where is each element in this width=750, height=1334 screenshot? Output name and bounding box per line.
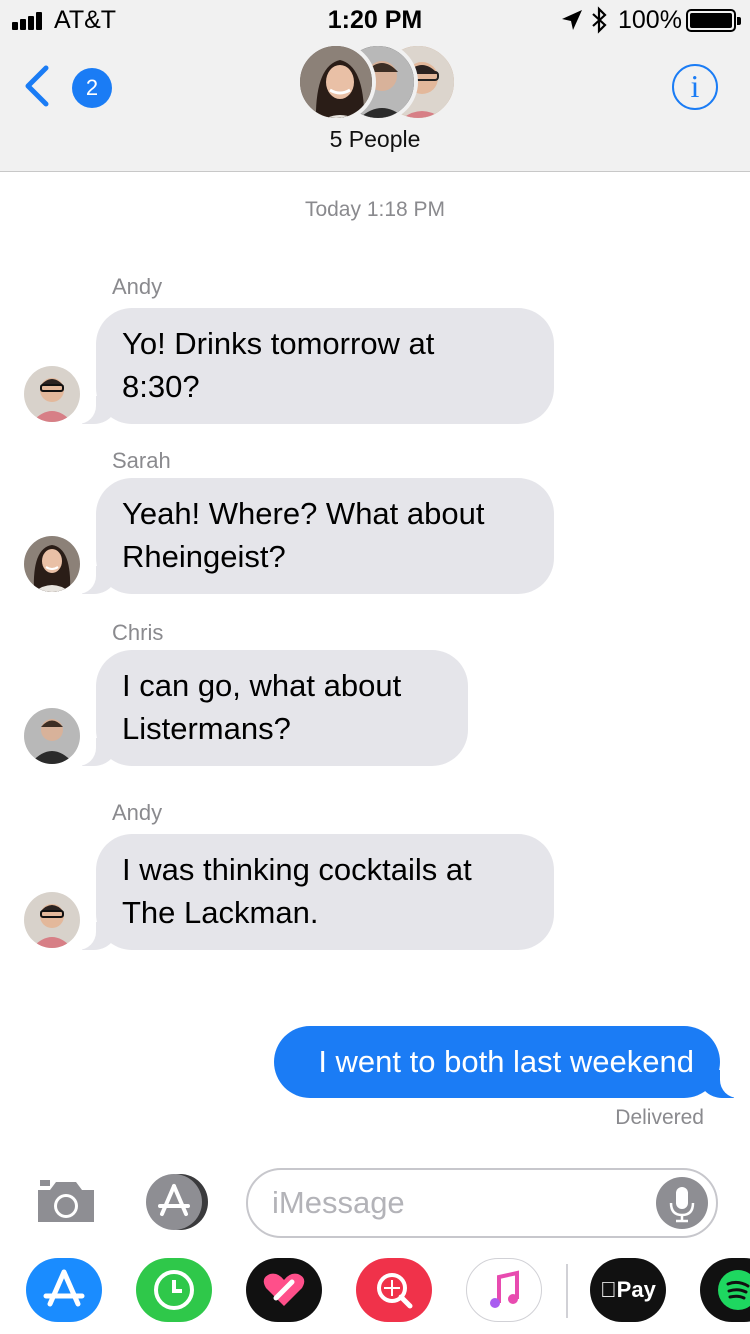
status-bar: AT&T 1:20 PM 100% bbox=[0, 0, 750, 40]
microphone-icon bbox=[669, 1187, 695, 1223]
incoming-message-bubble[interactable]: I can go, what about Listermans? bbox=[68, 650, 468, 766]
message-line: Yo! Drinks tomorrow at bbox=[122, 326, 435, 361]
message-line: Rheingeist? bbox=[122, 539, 286, 574]
incoming-message-bubble[interactable]: Yeah! Where? What about Rheingeist? bbox=[68, 478, 554, 594]
outgoing-message-bubble[interactable]: I went to both last weekend bbox=[274, 1026, 748, 1098]
sender-name: Andy bbox=[112, 800, 163, 825]
conversation-timestamp: Today 1:18 PM bbox=[304, 198, 446, 221]
messages-screen: AT&T 1:20 PM 100% 2 5 People i Today 1:1… bbox=[0, 0, 750, 1334]
conversation-header: AT&T 1:20 PM 100% 2 5 People i bbox=[0, 0, 750, 172]
delivery-status: Delivered bbox=[615, 1106, 704, 1129]
back-button[interactable]: 2 bbox=[22, 62, 112, 110]
message-line: The Lackman. bbox=[122, 895, 319, 930]
sarah-avatar-icon[interactable] bbox=[24, 536, 80, 592]
unread-count-badge: 2 bbox=[72, 68, 112, 108]
music-icon[interactable] bbox=[466, 1258, 542, 1322]
sender-name: Sarah bbox=[112, 448, 171, 473]
apple-pay-label: Pay bbox=[600, 1277, 656, 1302]
microphone-button[interactable] bbox=[656, 1177, 708, 1229]
app-store-drawer-icon[interactable] bbox=[140, 1172, 214, 1232]
web-search-icon[interactable] bbox=[356, 1258, 432, 1322]
battery-percent: 100% bbox=[618, 6, 682, 34]
incoming-message-bubble[interactable]: Yo! Drinks tomorrow at 8:30? bbox=[68, 308, 554, 424]
app-drawer: Pay bbox=[0, 1252, 750, 1334]
sender-name: Chris bbox=[112, 620, 164, 645]
info-button[interactable]: i bbox=[672, 64, 718, 110]
andy-avatar-icon[interactable] bbox=[24, 892, 80, 948]
message-line: I can go, what about bbox=[122, 668, 402, 703]
chris-avatar-icon[interactable] bbox=[24, 708, 80, 764]
group-title[interactable]: 5 People bbox=[0, 126, 750, 153]
andy-avatar-icon[interactable] bbox=[24, 366, 80, 422]
chevron-left-icon bbox=[25, 65, 49, 107]
apple-pay-icon[interactable]: Pay bbox=[590, 1258, 666, 1322]
spotify-icon[interactable] bbox=[700, 1258, 750, 1322]
location-arrow-icon bbox=[562, 10, 582, 30]
message-line: 8:30? bbox=[122, 369, 200, 404]
outgoing-message-text: I went to both last weekend bbox=[318, 1044, 694, 1079]
sarah-avatar-icon bbox=[296, 42, 376, 122]
message-input[interactable] bbox=[272, 1180, 652, 1226]
camera-icon[interactable] bbox=[34, 1176, 98, 1226]
incoming-message-bubble[interactable]: I was thinking cocktails at The Lackman. bbox=[68, 834, 554, 950]
message-line: Yeah! Where? What about bbox=[122, 496, 485, 531]
battery-icon bbox=[686, 9, 741, 32]
info-icon: i bbox=[690, 68, 700, 104]
drawer-divider bbox=[566, 1264, 568, 1318]
digital-touch-icon[interactable] bbox=[246, 1258, 322, 1322]
clock-icon[interactable] bbox=[136, 1258, 212, 1322]
app-store-icon[interactable] bbox=[26, 1258, 102, 1322]
message-line: Listermans? bbox=[122, 711, 291, 746]
imessage-field[interactable] bbox=[246, 1168, 718, 1238]
bluetooth-icon bbox=[592, 6, 607, 34]
sender-name: Andy bbox=[112, 274, 163, 299]
message-line: I was thinking cocktails at bbox=[122, 852, 472, 887]
group-avatars[interactable] bbox=[296, 42, 458, 122]
